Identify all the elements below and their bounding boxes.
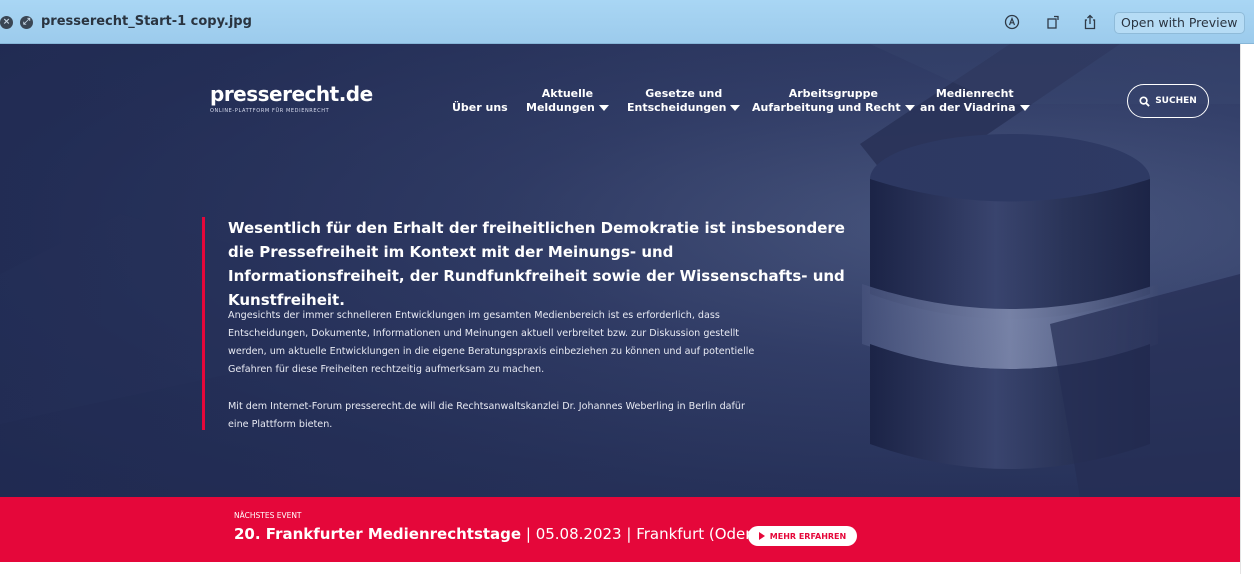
window-edge: [1240, 44, 1254, 574]
event-banner: NÄCHSTES EVENT 20. Frankfurter Medienrec…: [0, 497, 1240, 562]
nav-arbeitsgruppe[interactable]: Arbeitsgruppe Aufarbeitung und Recht: [752, 87, 915, 115]
nav-medienrecht-viadrina[interactable]: Medienrecht an der Viadrina: [920, 87, 1030, 115]
markup-icon[interactable]: [1002, 12, 1022, 32]
accent-bar: [202, 217, 205, 430]
event-place: Frankfurt (Oder): [636, 525, 758, 543]
event-date: 05.08.2023: [535, 525, 622, 543]
nav-aktuelle-meldungen[interactable]: Aktuelle Meldungen: [526, 87, 609, 115]
page-below: [0, 562, 1240, 574]
chevron-down-icon: [904, 105, 915, 111]
nav-line1: Medienrecht: [935, 87, 1014, 100]
zoom-icon[interactable]: ⤢: [20, 16, 33, 29]
site-logo[interactable]: presserecht.de: [210, 82, 373, 106]
share-icon[interactable]: [1080, 12, 1100, 32]
window-titlebar: × ⤢ presserecht_Start-1 copy.jpg Open wi…: [0, 0, 1254, 44]
rotate-icon[interactable]: [1043, 12, 1063, 32]
mehr-erfahren-button[interactable]: MEHR ERFAHREN: [748, 526, 857, 546]
event-title: 20. Frankfurter Medienrechtstage: [234, 525, 522, 543]
mehr-erfahren-label: MEHR ERFAHREN: [769, 531, 847, 541]
open-with-preview-button[interactable]: Open with Preview: [1114, 12, 1245, 34]
event-separator: |: [621, 525, 637, 543]
event-kicker: NÄCHSTES EVENT: [234, 511, 302, 520]
nav-line1: Aktuelle: [541, 87, 594, 100]
nav-line1: Gesetze und: [645, 87, 723, 100]
nav-line1: Arbeitsgruppe: [788, 87, 878, 100]
nav-line2: Über uns: [452, 101, 508, 114]
site-tagline: ONLINE-PLATTFORM FÜR MEDIENRECHT: [210, 108, 330, 114]
event-separator: |: [521, 525, 536, 543]
nav-line2: Entscheidungen: [627, 101, 727, 114]
chevron-down-icon: [1019, 105, 1030, 111]
nav-gesetze-entscheidungen[interactable]: Gesetze und Entscheidungen: [627, 87, 741, 115]
hero-paragraph-1: Angesichts der immer schnelleren Entwick…: [228, 310, 755, 375]
nav-line2: Aufarbeitung und Recht: [752, 101, 901, 114]
nav-ueber-uns[interactable]: Über uns: [452, 101, 508, 115]
nav-line2: Meldungen: [526, 101, 595, 114]
hero-paragraph-2: Mit dem Internet-Forum presserecht.de wi…: [228, 401, 745, 430]
event-line: 20. Frankfurter Medienrechtstage | 05.08…: [234, 525, 757, 543]
nav-line2: an der Viadrina: [920, 101, 1016, 114]
hero-headline: Wesentlich für den Erhalt der freiheitli…: [228, 219, 845, 309]
hero-section: presserecht.de ONLINE-PLATTFORM FÜR MEDI…: [0, 44, 1240, 497]
chevron-down-icon: [730, 105, 741, 111]
chevron-down-icon: [598, 105, 609, 111]
play-icon: [758, 532, 765, 540]
window-filename: presserecht_Start-1 copy.jpg: [41, 14, 252, 29]
image-viewport: presserecht.de ONLINE-PLATTFORM FÜR MEDI…: [0, 44, 1240, 574]
search-icon: [1139, 95, 1150, 107]
search-button[interactable]: SUCHEN: [1127, 84, 1209, 118]
close-icon[interactable]: ×: [0, 16, 13, 29]
search-label: SUCHEN: [1155, 96, 1197, 106]
